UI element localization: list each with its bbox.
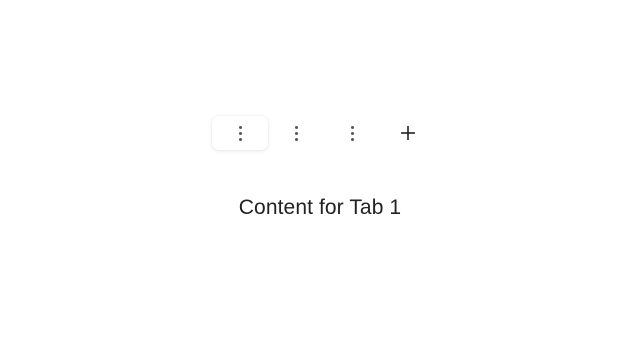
- add-tab-button[interactable]: [380, 116, 436, 150]
- tab-3[interactable]: [324, 116, 380, 150]
- kebab-menu-icon: [294, 125, 298, 141]
- kebab-menu-icon: [350, 125, 354, 141]
- kebab-menu-icon: [238, 125, 242, 141]
- tabs-demo: Content for Tab 1: [0, 0, 640, 357]
- tab-1[interactable]: [212, 116, 268, 150]
- tab-2[interactable]: [268, 116, 324, 150]
- tab-bar: [212, 116, 436, 150]
- plus-icon: [401, 126, 415, 140]
- tab-content: Content for Tab 1: [238, 196, 402, 219]
